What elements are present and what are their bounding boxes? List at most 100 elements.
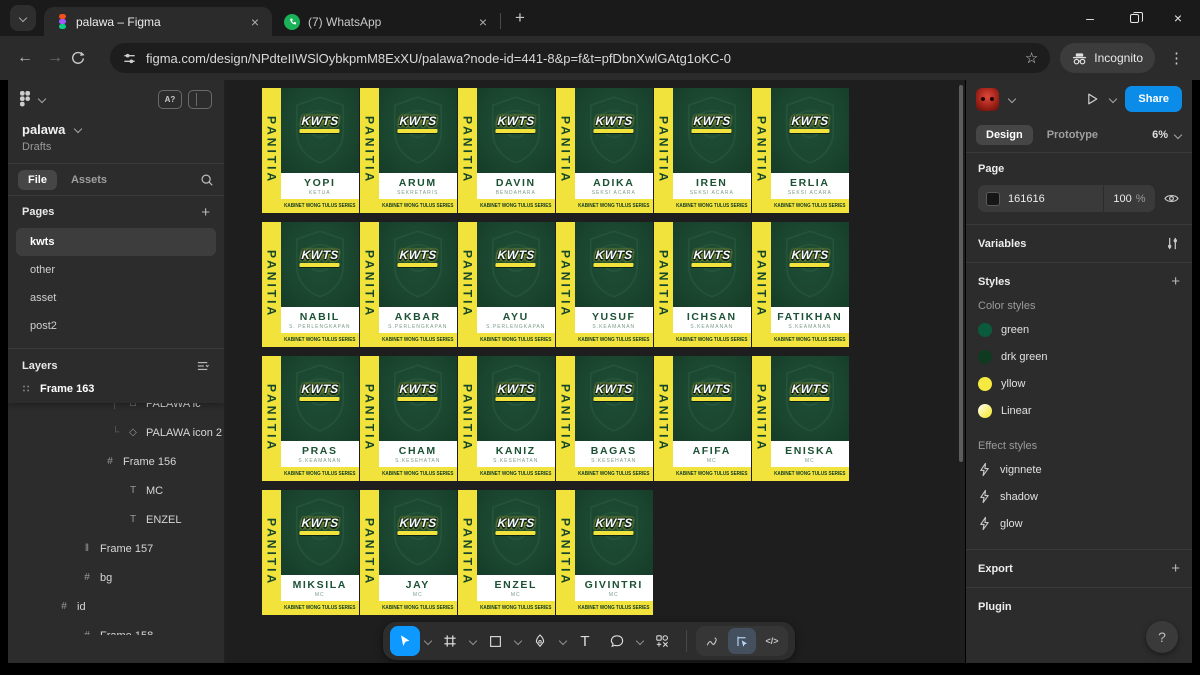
ai-search-icon[interactable]: A?	[158, 90, 182, 109]
site-settings-icon[interactable]	[122, 51, 137, 66]
layer-item[interactable]: # Frame 158	[8, 621, 224, 635]
move-tool-button[interactable]	[390, 626, 420, 656]
draw-mode-button[interactable]	[698, 628, 726, 654]
panitia-card[interactable]: PANITIA KWTS	[360, 222, 448, 347]
panitia-card[interactable]: PANITIA KWTS	[556, 356, 644, 481]
tab-close-icon[interactable]: ×	[476, 14, 490, 30]
zoom-control[interactable]: 6%	[1152, 129, 1182, 141]
panitia-card[interactable]: PANITIA KWTS	[752, 88, 840, 213]
canvas[interactable]: PANITIA KWTS	[225, 80, 965, 663]
page-color-hex[interactable]: 161616	[1008, 193, 1103, 205]
panitia-card[interactable]: PANITIA KWTS	[458, 490, 546, 615]
page-item[interactable]: asset	[16, 284, 216, 312]
page-item[interactable]: kwts	[16, 228, 216, 256]
panitia-card[interactable]: PANITIA KWTS	[360, 356, 448, 481]
panitia-card[interactable]: PANITIA KWTS	[458, 356, 546, 481]
panitia-card[interactable]: PANITIA KWTS	[262, 490, 350, 615]
panel-layout-icon[interactable]	[188, 90, 212, 109]
panitia-card[interactable]: PANITIA KWTS	[654, 222, 742, 347]
chevron-down-icon[interactable]	[37, 96, 46, 103]
tab-close-icon[interactable]: ×	[248, 14, 262, 30]
panitia-card[interactable]: PANITIA KWTS	[752, 222, 840, 347]
panitia-card[interactable]: PANITIA KWTS	[556, 222, 644, 347]
dev-mode-button[interactable]: </>	[758, 628, 786, 654]
layer-item[interactable]: # Frame 156	[8, 447, 224, 476]
address-bar[interactable]: figma.com/design/NPdteIIWSlOybkpmM8ExXU/…	[110, 43, 1050, 73]
frame-tool-button[interactable]	[435, 626, 465, 656]
panitia-card[interactable]: PANITIA KWTS	[458, 222, 546, 347]
minimize-button[interactable]: –	[1068, 0, 1112, 36]
tab-design[interactable]: Design	[976, 125, 1033, 145]
avatar[interactable]	[976, 88, 999, 111]
chevron-down-icon[interactable]	[1007, 96, 1016, 103]
chevron-down-icon[interactable]	[513, 638, 522, 645]
layer-item[interactable]: # id	[8, 592, 224, 621]
present-play-icon[interactable]	[1084, 91, 1100, 107]
add-style-icon[interactable]: +	[1171, 273, 1180, 290]
color-style-item[interactable]: drk green	[978, 343, 1180, 370]
collapse-layers-icon[interactable]	[196, 360, 210, 372]
help-button[interactable]: ?	[1146, 621, 1178, 653]
panitia-card[interactable]: PANITIA KWTS	[752, 356, 840, 481]
chevron-down-icon[interactable]	[73, 126, 82, 133]
effect-style-item[interactable]: shadow	[978, 483, 1180, 510]
visibility-eye-icon[interactable]	[1163, 192, 1180, 205]
color-style-item[interactable]: yllow	[978, 370, 1180, 397]
chevron-down-icon[interactable]	[423, 638, 432, 645]
restore-button[interactable]	[1112, 0, 1156, 36]
bookmark-star-icon[interactable]: ☆	[1025, 49, 1038, 67]
figma-menu-icon[interactable]	[20, 91, 31, 107]
comment-tool-button[interactable]	[602, 626, 632, 656]
panitia-card[interactable]: PANITIA KWTS	[360, 490, 448, 615]
page-item[interactable]: other	[16, 256, 216, 284]
panitia-card[interactable]: PANITIA KWTS	[262, 356, 350, 481]
layer-item[interactable]: # bg	[8, 563, 224, 592]
panitia-card[interactable]: PANITIA KWTS	[654, 88, 742, 213]
reload-icon[interactable]	[70, 50, 100, 66]
forward-icon[interactable]: →	[40, 49, 70, 67]
annotate-mode-button[interactable]	[728, 628, 756, 654]
color-style-item[interactable]: Linear	[978, 397, 1180, 424]
browser-tab-figma[interactable]: palawa – Figma ×	[44, 7, 272, 36]
export-row[interactable]: Export +	[966, 550, 1192, 588]
tab-prototype[interactable]: Prototype	[1037, 125, 1108, 145]
chevron-down-icon[interactable]	[468, 638, 477, 645]
panitia-card[interactable]: PANITIA KWTS	[262, 88, 350, 213]
back-icon[interactable]: ←	[10, 49, 40, 67]
variables-row[interactable]: Variables	[966, 225, 1192, 263]
shape-tool-button[interactable]	[480, 626, 510, 656]
url-text[interactable]: figma.com/design/NPdteIIWSlOybkpmM8ExXU/…	[146, 51, 1016, 66]
layer-item[interactable]: T MC	[8, 476, 224, 505]
text-tool-button[interactable]: T	[570, 626, 600, 656]
browser-menu-icon[interactable]: ⋮	[1163, 49, 1190, 67]
tab-file[interactable]: File	[18, 170, 57, 190]
add-page-icon[interactable]: +	[201, 204, 210, 221]
canvas-scrollbar[interactable]	[959, 85, 963, 462]
browser-tab-whatsapp[interactable]: (7) WhatsApp ×	[272, 7, 500, 36]
layer-item[interactable]: └ ◇ PALAWA icon 2	[8, 418, 224, 447]
variables-adjust-icon[interactable]	[1165, 236, 1180, 251]
close-button[interactable]: ×	[1156, 0, 1200, 36]
layer-frame-163[interactable]: ∷ Frame 163	[8, 375, 224, 403]
project-name[interactable]: palawa	[22, 122, 65, 137]
effect-style-item[interactable]: glow	[978, 510, 1180, 537]
search-icon[interactable]	[200, 173, 214, 187]
layer-item[interactable]: ‖ Frame 157	[8, 534, 224, 563]
panitia-card[interactable]: PANITIA KWTS	[556, 88, 644, 213]
tab-assets[interactable]: Assets	[61, 170, 117, 190]
add-export-icon[interactable]: +	[1171, 560, 1180, 577]
actions-button[interactable]	[647, 626, 677, 656]
pen-tool-button[interactable]	[525, 626, 555, 656]
panitia-card[interactable]: PANITIA KWTS	[556, 490, 644, 615]
share-button[interactable]: Share	[1125, 86, 1182, 112]
page-opacity-field[interactable]: 100 %	[1103, 185, 1155, 212]
color-style-item[interactable]: green	[978, 316, 1180, 343]
chevron-down-icon[interactable]	[635, 638, 644, 645]
panitia-card[interactable]: PANITIA KWTS	[360, 88, 448, 213]
page-item[interactable]: post2	[16, 312, 216, 340]
effect-style-item[interactable]: vignnete	[978, 456, 1180, 483]
tab-search-button[interactable]	[10, 5, 36, 31]
page-color-control[interactable]: 161616 100 %	[978, 185, 1155, 212]
panitia-card[interactable]: PANITIA KWTS	[262, 222, 350, 347]
panitia-card[interactable]: PANITIA KWTS	[458, 88, 546, 213]
